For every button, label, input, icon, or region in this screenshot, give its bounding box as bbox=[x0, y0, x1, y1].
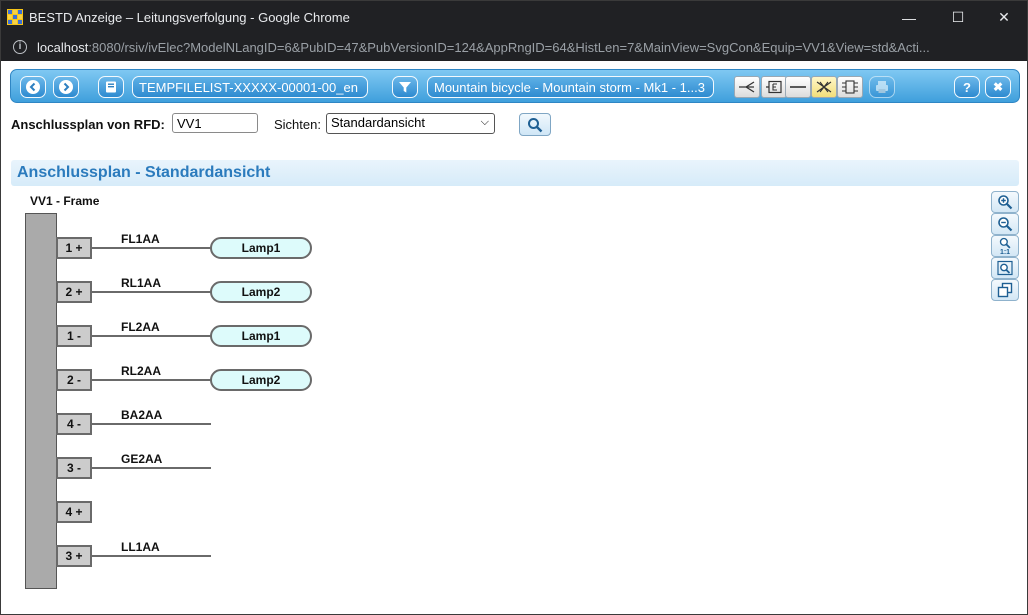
zoom-out-icon bbox=[998, 217, 1013, 232]
frame-label: VV1 - Frame bbox=[30, 194, 100, 208]
zoom-in-button[interactable] bbox=[991, 191, 1019, 213]
filter-button[interactable] bbox=[392, 76, 418, 98]
book-button[interactable] bbox=[98, 76, 124, 98]
pin-box[interactable]: 1 - bbox=[56, 325, 92, 347]
pin-box[interactable]: 4 + bbox=[56, 501, 92, 523]
wire-line[interactable] bbox=[92, 555, 211, 557]
zoom-fit-button[interactable] bbox=[991, 257, 1019, 279]
pinout-view-button[interactable] bbox=[837, 76, 863, 98]
wire-label[interactable]: RL1AA bbox=[121, 276, 161, 290]
rfd-label: Anschlussplan von RFD: bbox=[11, 117, 165, 132]
frame-connector-body[interactable] bbox=[25, 213, 57, 589]
title-bar: BESTD Anzeige – Leitungsverfolgung - Goo… bbox=[1, 1, 1027, 34]
wire-label[interactable]: GE2AA bbox=[121, 452, 162, 466]
zoom-reset-button[interactable]: 1:1 bbox=[991, 235, 1019, 257]
tree-view-button[interactable] bbox=[734, 76, 760, 98]
window-title: BESTD Anzeige – Leitungsverfolgung - Goo… bbox=[29, 10, 350, 25]
line-view-button[interactable] bbox=[785, 76, 811, 98]
section-title: Anschlussplan - Standardansicht bbox=[17, 164, 271, 181]
url-text[interactable]: localhost:8080/rsiv/ivElec?ModelNLangID=… bbox=[37, 40, 1012, 55]
address-bar[interactable]: i localhost:8080/rsiv/ivElec?ModelNLangI… bbox=[1, 34, 1027, 61]
wire-label[interactable]: BA2AA bbox=[121, 408, 162, 422]
pin-box[interactable]: 2 + bbox=[56, 281, 92, 303]
wire-label[interactable]: RL2AA bbox=[121, 364, 161, 378]
wire-line[interactable] bbox=[92, 291, 211, 293]
wire-line[interactable] bbox=[92, 379, 211, 381]
pin-box[interactable]: 3 - bbox=[56, 457, 92, 479]
wire-label[interactable]: FL2AA bbox=[121, 320, 160, 334]
browser-window: BESTD Anzeige – Leitungsverfolgung - Goo… bbox=[0, 0, 1028, 615]
pin-box[interactable]: 3 + bbox=[56, 545, 92, 567]
zoom-fit-icon bbox=[997, 260, 1013, 276]
toolbar: TEMPFILELIST-XXXXX-00001-00_en Mountain … bbox=[10, 69, 1020, 103]
wire-line[interactable] bbox=[92, 335, 211, 337]
section-header: Anschlussplan - Standardansicht bbox=[11, 160, 1019, 186]
chevron-down-icon: ⌵ bbox=[480, 116, 489, 128]
minimize-button[interactable]: — bbox=[886, 1, 932, 34]
lamp-component[interactable]: Lamp2 bbox=[210, 369, 312, 391]
views-selected-value: Standardansicht bbox=[331, 115, 425, 130]
vehicle-field[interactable]: Mountain bicycle - Mountain storm - Mk1 … bbox=[427, 76, 714, 98]
app-grid-icon bbox=[7, 9, 23, 25]
pinout-icon bbox=[842, 80, 858, 94]
connection-diagram: VV1 - Frame 1 + FL1AA Lamp1 2 + RL1AA La… bbox=[1, 189, 1001, 609]
line-icon bbox=[790, 86, 806, 88]
help-button[interactable]: ? bbox=[954, 76, 980, 98]
wire-label[interactable]: LL1AA bbox=[121, 540, 160, 554]
maximize-button[interactable]: ☐ bbox=[935, 1, 981, 34]
info-icon[interactable]: i bbox=[13, 40, 27, 54]
back-button[interactable] bbox=[20, 76, 46, 98]
printer-icon bbox=[876, 81, 888, 93]
url-host: localhost bbox=[37, 40, 89, 55]
close-button[interactable]: ✖ bbox=[985, 76, 1011, 98]
copy-icon bbox=[997, 282, 1013, 298]
pin-box[interactable]: 1 + bbox=[56, 237, 92, 259]
pin-box[interactable]: 2 - bbox=[56, 369, 92, 391]
connector-view-button[interactable] bbox=[761, 76, 787, 98]
lamp-component[interactable]: Lamp1 bbox=[210, 237, 312, 259]
lamp-component[interactable]: Lamp2 bbox=[210, 281, 312, 303]
filter-icon bbox=[399, 82, 411, 93]
views-select[interactable]: Standardansicht ⌵ bbox=[326, 113, 495, 134]
rfd-input[interactable] bbox=[172, 113, 258, 133]
search-button[interactable] bbox=[519, 113, 551, 136]
zoom-reset-icon bbox=[999, 237, 1011, 249]
wire-label[interactable]: FL1AA bbox=[121, 232, 160, 246]
copy-button[interactable] bbox=[991, 279, 1019, 301]
lamp-component[interactable]: Lamp1 bbox=[210, 325, 312, 347]
harness-view-button[interactable] bbox=[811, 76, 837, 98]
zoom-reset-label: 1:1 bbox=[999, 248, 1011, 256]
arrow-right-icon bbox=[59, 80, 73, 94]
close-window-button[interactable]: ✕ bbox=[981, 1, 1027, 34]
url-path: :8080/rsiv/ivElec?ModelNLangID=6&PubID=4… bbox=[88, 40, 930, 55]
arrow-left-icon bbox=[26, 80, 40, 94]
print-button[interactable] bbox=[869, 76, 895, 98]
zoom-out-button[interactable] bbox=[991, 213, 1019, 235]
harness-icon bbox=[816, 81, 832, 93]
search-icon bbox=[528, 117, 543, 132]
wire-line[interactable] bbox=[92, 467, 211, 469]
filelist-field[interactable]: TEMPFILELIST-XXXXX-00001-00_en bbox=[132, 76, 368, 98]
wire-tree-icon bbox=[739, 81, 755, 93]
zoom-in-icon bbox=[998, 195, 1013, 210]
pin-box[interactable]: 4 - bbox=[56, 413, 92, 435]
wire-line[interactable] bbox=[92, 247, 211, 249]
wire-line[interactable] bbox=[92, 423, 211, 425]
connector-icon bbox=[766, 80, 782, 94]
book-icon bbox=[106, 81, 116, 93]
forward-button[interactable] bbox=[53, 76, 79, 98]
views-label: Sichten: bbox=[274, 117, 321, 132]
